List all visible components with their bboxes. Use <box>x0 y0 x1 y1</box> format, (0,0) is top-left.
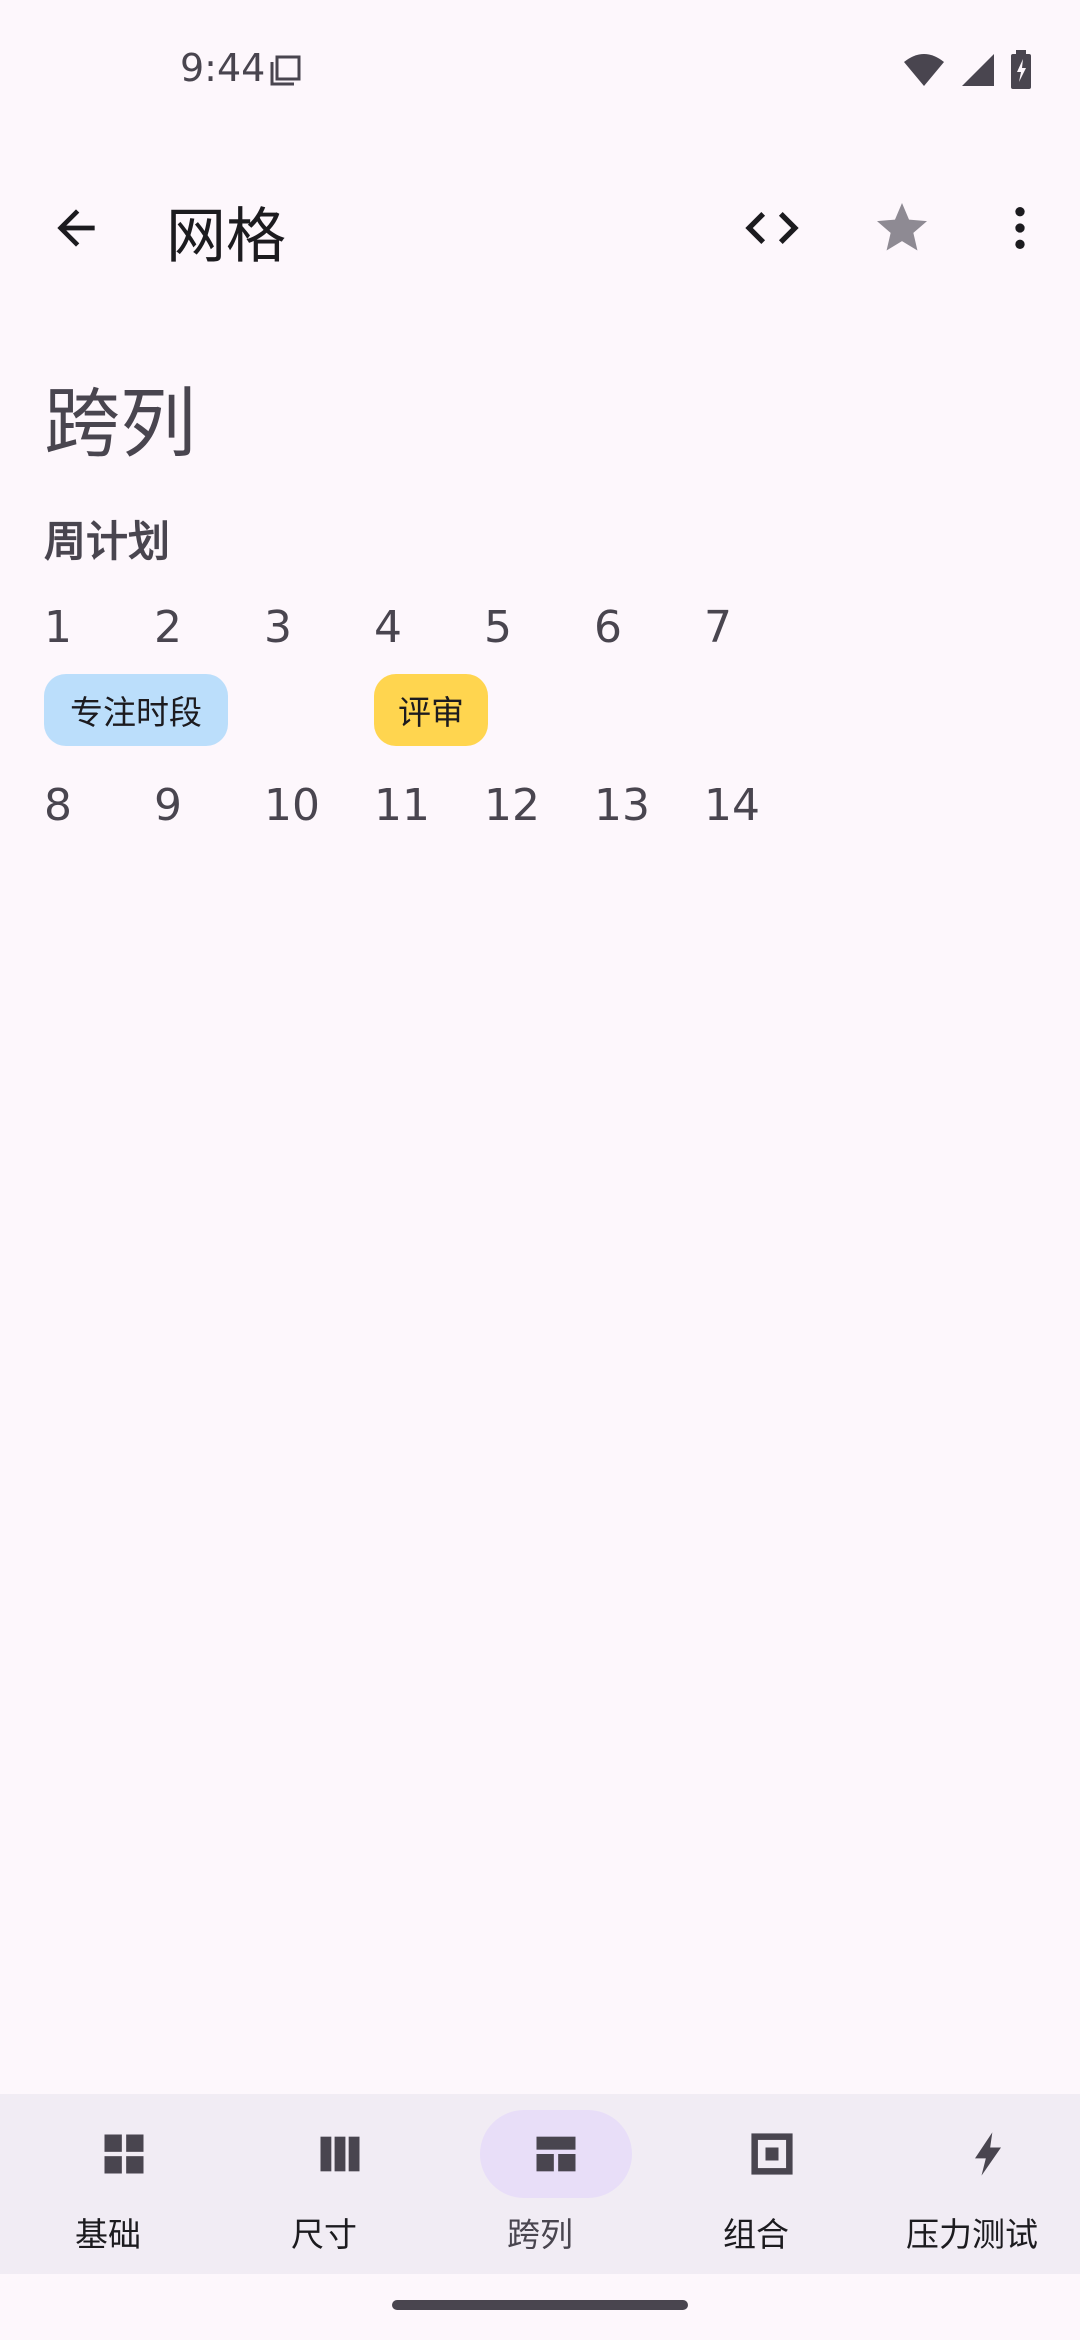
status-bar: 9:44 <box>0 0 1080 140</box>
back-button[interactable] <box>40 192 112 264</box>
day-cell: 4 <box>374 602 402 653</box>
bolt-icon <box>975 2132 1001 2176</box>
nav-label: 基础 <box>75 2215 141 2254</box>
code-icon <box>745 212 799 244</box>
nav-label: 跨列 <box>507 2215 573 2254</box>
day-cell: 6 <box>594 602 622 653</box>
star-icon <box>877 203 927 251</box>
nav-item-size[interactable]: 尺寸 <box>216 2094 432 2274</box>
nav-indicator <box>696 2110 848 2198</box>
wifi-icon <box>904 54 944 86</box>
day-cell: 7 <box>704 602 732 653</box>
nav-indicator <box>48 2110 200 2198</box>
nav-label: 压力测试 <box>906 2215 1038 2254</box>
grid-icon <box>104 2134 144 2174</box>
columns-icon <box>320 2136 360 2172</box>
favorite-button[interactable] <box>866 192 938 264</box>
nested-square-icon <box>751 2133 793 2175</box>
day-cell: 1 <box>44 602 72 653</box>
bottom-navigation: 基础 尺寸 跨列 组合 压力测试 <box>0 2094 1080 2274</box>
nav-label: 尺寸 <box>291 2215 357 2254</box>
nav-indicator-active <box>480 2110 632 2198</box>
nav-item-stress-test[interactable]: 压力测试 <box>864 2094 1080 2274</box>
nav-item-span[interactable]: 跨列 <box>432 2094 648 2274</box>
page-title: 网格 <box>166 202 286 272</box>
week-plan-grid: 1 2 3 4 5 6 7 专注时段 评审 8 9 10 11 12 13 14 <box>44 596 814 838</box>
day-cell: 13 <box>594 780 650 831</box>
day-cell: 5 <box>484 602 512 653</box>
week-row-2: 8 9 10 11 12 13 14 <box>44 774 814 838</box>
events-row: 专注时段 评审 <box>44 674 814 762</box>
gesture-handle <box>392 2300 688 2310</box>
status-icons <box>902 50 1032 90</box>
day-cell: 3 <box>264 602 292 653</box>
more-options-button[interactable] <box>984 192 1056 264</box>
signal-icon <box>962 54 994 86</box>
day-cell: 9 <box>154 780 182 831</box>
nav-item-combo[interactable]: 组合 <box>648 2094 864 2274</box>
screenshot-notification-icon <box>270 55 301 86</box>
day-cell: 11 <box>374 780 430 831</box>
span-layout-icon <box>536 2136 576 2172</box>
nav-indicator <box>264 2110 416 2198</box>
nav-item-basic[interactable]: 基础 <box>0 2094 216 2274</box>
arrow-back-icon <box>57 209 95 247</box>
status-time: 9:44 <box>180 46 266 90</box>
section-title: 跨列 <box>44 379 196 468</box>
view-code-button[interactable] <box>732 192 812 264</box>
nav-label: 组合 <box>723 2215 789 2254</box>
day-cell: 8 <box>44 780 72 831</box>
battery-icon <box>1011 50 1031 89</box>
day-cell: 12 <box>484 780 540 831</box>
top-app-bar: 网格 <box>0 170 1080 282</box>
day-cell: 14 <box>704 780 760 831</box>
nav-indicator <box>912 2110 1064 2198</box>
more-vert-icon <box>1015 207 1025 249</box>
subsection-title: 周计划 <box>44 517 171 566</box>
day-cell: 2 <box>154 602 182 653</box>
event-chip-review[interactable]: 评审 <box>374 674 488 746</box>
week-row-1: 1 2 3 4 5 6 7 <box>44 596 814 660</box>
event-chip-focus-block[interactable]: 专注时段 <box>44 674 228 746</box>
day-cell: 10 <box>264 780 320 831</box>
